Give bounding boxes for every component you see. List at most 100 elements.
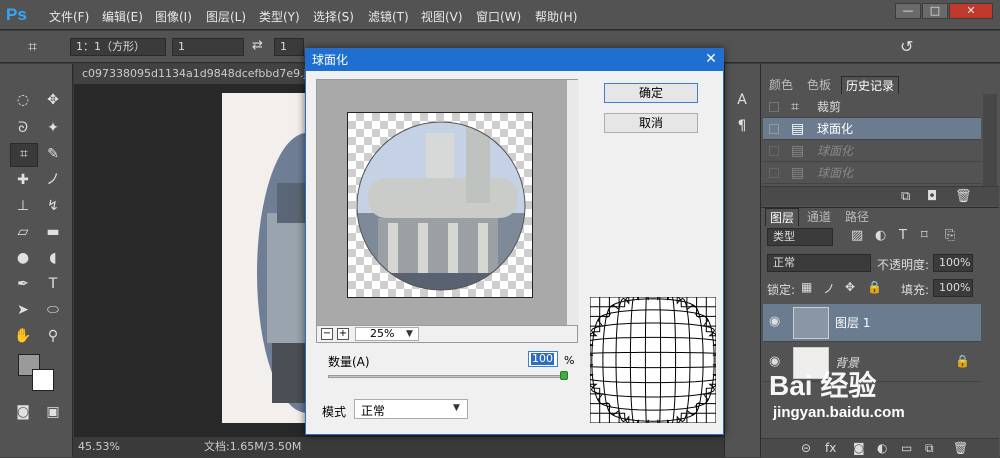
menu-help[interactable]: 帮助(H) bbox=[535, 8, 577, 25]
history-brush-icon[interactable]: ↯ bbox=[42, 196, 64, 216]
menu-layer[interactable]: 图层(L) bbox=[206, 8, 246, 25]
history-scrollbar[interactable] bbox=[983, 94, 997, 190]
history-item[interactable]: ▤ 球面化 bbox=[763, 140, 981, 162]
zoom-level[interactable]: 45.53% bbox=[78, 437, 120, 457]
gradient-tool-icon[interactable]: ▬ bbox=[42, 222, 64, 242]
history-checkbox[interactable] bbox=[769, 102, 779, 112]
trash-icon[interactable]: 🗑 bbox=[953, 441, 968, 455]
swap-icon[interactable]: ⇄ bbox=[252, 38, 263, 53]
amount-field[interactable]: 100 bbox=[528, 351, 558, 367]
restore-button[interactable]: □ bbox=[922, 3, 948, 19]
lock-all-icon[interactable]: 🔒 bbox=[867, 280, 882, 294]
marquee-tool-icon[interactable]: ◌ bbox=[12, 90, 34, 110]
zoom-select[interactable]: 25% ▼ bbox=[355, 327, 419, 341]
eraser-tool-icon[interactable]: ▱ bbox=[12, 222, 34, 242]
camera-icon[interactable]: ◘ bbox=[927, 189, 937, 204]
preview-scrollbar[interactable] bbox=[567, 80, 579, 340]
path-select-icon[interactable]: ➤ bbox=[12, 300, 34, 320]
zoom-tool-icon[interactable]: ⚲ bbox=[42, 326, 64, 346]
menu-filter[interactable]: 滤镜(T) bbox=[368, 8, 409, 25]
dialog-titlebar[interactable]: 球面化 ✕ bbox=[306, 49, 723, 71]
zoom-out-icon[interactable]: − bbox=[321, 328, 333, 340]
close-button[interactable]: ✕ bbox=[949, 3, 993, 19]
lock-brush-icon[interactable]: ノ bbox=[823, 280, 835, 297]
lock-position-icon[interactable]: ✥ bbox=[845, 280, 855, 294]
paragraph-panel-icon[interactable]: ¶ bbox=[731, 116, 753, 136]
filter-smart-icon[interactable]: ⎘ bbox=[945, 228, 955, 243]
lock-pixels-icon[interactable]: ▦ bbox=[801, 280, 812, 294]
layer-name[interactable]: 图层 1 bbox=[835, 314, 870, 331]
width-field[interactable]: 1 bbox=[172, 38, 244, 56]
adjustment-icon[interactable]: ◐ bbox=[877, 441, 887, 455]
filter-pixel-icon[interactable]: ▨ bbox=[851, 228, 863, 243]
layer-filter-select[interactable]: 类型 bbox=[767, 228, 833, 246]
stamp-tool-icon[interactable]: ⊥ bbox=[12, 196, 34, 216]
filter-shape-icon[interactable]: ⌑ bbox=[921, 228, 928, 243]
eye-icon[interactable]: ◉ bbox=[769, 314, 780, 329]
menu-image[interactable]: 图像(I) bbox=[155, 8, 192, 25]
healing-brush-icon[interactable]: ✚ bbox=[12, 170, 34, 190]
link-icon[interactable]: ⊝ bbox=[801, 441, 811, 455]
opacity-field[interactable]: 100% bbox=[933, 254, 973, 272]
amount-slider-track[interactable] bbox=[328, 375, 566, 378]
menu-edit[interactable]: 编辑(E) bbox=[102, 8, 143, 25]
menu-view[interactable]: 视图(V) bbox=[421, 8, 463, 25]
dodge-tool-icon[interactable]: ◖ bbox=[42, 248, 64, 268]
zoom-in-icon[interactable]: + bbox=[337, 328, 349, 340]
history-item[interactable]: ▤ 球面化 bbox=[763, 162, 981, 184]
tab-swatches[interactable]: 色板 bbox=[803, 76, 835, 94]
ratio-select[interactable]: 1：1（方形） bbox=[70, 38, 166, 56]
lasso-tool-icon[interactable]: ᘐ bbox=[12, 118, 34, 138]
filter-preview[interactable] bbox=[316, 79, 579, 340]
pen-tool-icon[interactable]: ✒ bbox=[12, 274, 34, 294]
brush-tool-icon[interactable]: ノ bbox=[42, 170, 64, 190]
menu-select[interactable]: 选择(S) bbox=[313, 8, 354, 25]
eyedropper-icon[interactable]: ✎ bbox=[42, 144, 64, 164]
mask-icon[interactable]: ◙ bbox=[853, 441, 865, 455]
cancel-button[interactable]: 取消 bbox=[604, 113, 698, 133]
crop-tool-icon[interactable]: ⌗ bbox=[28, 37, 37, 57]
tab-channels[interactable]: 通道 bbox=[803, 208, 835, 226]
document-tab[interactable]: c097338095d1134a1d9848dcefbbd7e9.jpg bbox=[74, 64, 314, 84]
document-canvas[interactable] bbox=[222, 93, 310, 423]
history-checkbox[interactable] bbox=[769, 146, 779, 156]
blend-mode-select[interactable]: 正常 bbox=[767, 254, 871, 272]
filter-type-icon[interactable]: T bbox=[899, 228, 907, 243]
layer-row-selected[interactable]: ◉ 图层 1 bbox=[763, 304, 981, 342]
menu-window[interactable]: 窗口(W) bbox=[476, 8, 521, 25]
minimize-button[interactable]: — bbox=[895, 3, 921, 19]
move-tool-icon[interactable]: ✥ bbox=[42, 90, 64, 110]
background-color-swatch[interactable] bbox=[32, 369, 54, 391]
magic-wand-icon[interactable]: ✦ bbox=[42, 118, 64, 138]
character-panel-icon[interactable]: A bbox=[731, 90, 753, 110]
reset-icon[interactable]: ↺ bbox=[900, 37, 913, 56]
ok-button[interactable]: 确定 bbox=[604, 83, 698, 103]
filter-adjust-icon[interactable]: ◐ bbox=[875, 228, 886, 243]
fx-icon[interactable]: fx bbox=[825, 441, 836, 455]
history-checkbox[interactable] bbox=[769, 124, 779, 134]
fill-field[interactable]: 100% bbox=[933, 279, 973, 297]
close-icon[interactable]: ✕ bbox=[703, 51, 719, 67]
height-field[interactable]: 1 bbox=[274, 38, 304, 56]
folder-icon[interactable]: ▭ bbox=[901, 441, 912, 455]
tab-color[interactable]: 颜色 bbox=[765, 76, 797, 94]
menu-file[interactable]: 文件(F) bbox=[49, 8, 89, 25]
tab-history[interactable]: 历史记录 bbox=[841, 76, 900, 94]
history-item[interactable]: ⌗ 裁剪 bbox=[763, 96, 981, 118]
hand-tool-icon[interactable]: ✋ bbox=[12, 326, 34, 346]
tab-layers[interactable]: 图层 bbox=[765, 208, 800, 226]
amount-slider-thumb[interactable] bbox=[560, 371, 568, 380]
trash-icon[interactable]: 🗑 bbox=[955, 189, 972, 204]
quick-mask-icon[interactable]: ◙ bbox=[12, 402, 34, 422]
history-item-selected[interactable]: ▤ 球面化 bbox=[763, 118, 981, 140]
ellipse-tool-icon[interactable]: ⬭ bbox=[42, 300, 64, 320]
menu-type[interactable]: 类型(Y) bbox=[259, 8, 300, 25]
new-document-icon[interactable]: ⧉ bbox=[901, 189, 910, 204]
history-checkbox[interactable] bbox=[769, 168, 779, 178]
type-tool-icon[interactable]: T bbox=[42, 274, 64, 294]
mode-select[interactable]: 正常 ▼ bbox=[354, 399, 468, 419]
crop-tool-icon[interactable]: ⌗ bbox=[10, 143, 38, 167]
screen-mode-icon[interactable]: ▣ bbox=[42, 402, 64, 422]
new-layer-icon[interactable]: ⧉ bbox=[925, 441, 934, 456]
tab-paths[interactable]: 路径 bbox=[841, 208, 873, 226]
